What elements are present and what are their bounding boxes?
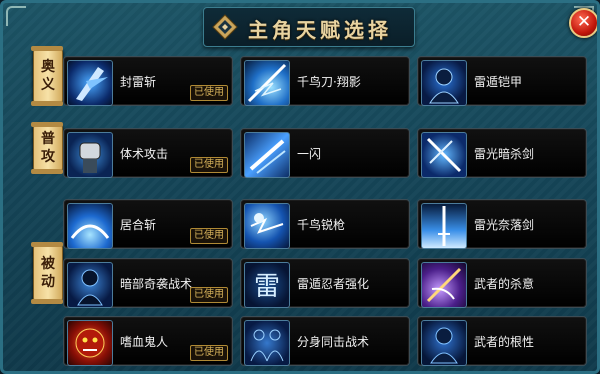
anbu-silhouette-icon [67,262,113,308]
category-normal-attack-char-1: 普 [41,131,55,147]
category-ougi: 奥 义 [31,46,63,106]
fist-icon [67,132,113,178]
lightning-blade-icon [67,60,113,106]
category-passive-char-2: 动 [41,274,55,290]
used-badge: 已使用 [190,85,228,101]
skill-name: 雷遁铠甲 [474,75,523,89]
twin-clones-icon [244,320,290,366]
used-badge: 已使用 [190,157,228,173]
lightning-armor-icon [421,60,467,106]
iai-slash-icon [67,203,113,249]
purple-blade-icon [421,262,467,308]
frame-corner-left [6,6,26,26]
category-passive-char-1: 被 [41,256,55,272]
skill-name: 千鸟刀·翔影 [297,75,361,89]
flash-slash-icon [244,132,290,178]
skill-name: 封雷斩 [120,75,157,89]
skill-slot-7[interactable]: 居合斩 已使用 [63,199,233,249]
category-normal-attack: 普 攻 [31,122,63,174]
category-ougi-char-1: 奥 [41,59,55,75]
diamond-emblem-icon [212,14,238,40]
skill-slot-15[interactable]: 武者的根性 [417,316,587,366]
skill-slot-10[interactable]: 暗部奇袭战术 已使用 [63,258,233,308]
chidori-spear-icon [244,203,290,249]
skill-name: 分身同击战术 [297,335,370,349]
lightning-abyss-sword-icon [421,203,467,249]
used-badge: 已使用 [190,287,228,303]
skill-slot-4[interactable]: 体术攻击 已使用 [63,128,233,178]
skill-name: 武者的杀意 [474,277,535,291]
title-banner: 主角天赋选择 [203,7,415,47]
skill-slot-6[interactable]: 雷光暗杀剑 [417,128,587,178]
skill-name: 武者的根性 [474,335,535,349]
window-title: 主角天赋选择 [248,18,392,42]
skill-slot-3[interactable]: 雷遁铠甲 [417,56,587,106]
skill-slot-11[interactable]: 雷 雷遁忍者强化 [240,258,410,308]
skill-slot-5[interactable]: 一闪 [240,128,410,178]
category-normal-attack-char-2: 攻 [41,149,55,165]
skill-slot-2[interactable]: 千鸟刀·翔影 [240,56,410,106]
skill-name: 雷光暗杀剑 [474,147,535,161]
skill-slot-13[interactable]: 嗜血鬼人 已使用 [63,316,233,366]
skill-slot-14[interactable]: 分身同击战术 [240,316,410,366]
skill-name: 体术攻击 [120,147,169,161]
skill-slot-9[interactable]: 雷光奈落剑 [417,199,587,249]
skill-name: 嗜血鬼人 [120,335,169,349]
thunder-glyph-icon: 雷 [244,262,290,308]
skill-name: 雷遁忍者强化 [297,277,370,291]
svg-text:雷: 雷 [254,272,280,302]
skill-name: 雷光奈落剑 [474,218,535,232]
used-badge: 已使用 [190,228,228,244]
skill-slot-1[interactable]: 封雷斩 已使用 [63,56,233,106]
close-icon: ✕ [576,12,592,32]
category-passive: 被 动 [31,242,63,304]
category-ougi-char-2: 义 [41,77,55,93]
lightning-sword-icon [421,132,467,178]
close-button[interactable]: ✕ [569,8,597,38]
chidori-slash-icon [244,60,290,106]
skill-slot-12[interactable]: 武者的杀意 [417,258,587,308]
warrior-silhouette-icon [421,320,467,366]
demon-face-icon [67,320,113,366]
used-badge: 已使用 [190,345,228,361]
talent-select-panel: 主角天赋选择 ✕ 奥 义 普 攻 被 动 封雷斩 已使用 千鸟刀·翔影 雷遁铠甲… [0,0,600,374]
skill-name: 暗部奇袭战术 [120,277,193,291]
skill-name: 居合斩 [120,218,157,232]
skill-slot-8[interactable]: 千鸟锐枪 [240,199,410,249]
skill-name: 千鸟锐枪 [297,218,346,232]
skill-name: 一闪 [297,147,322,161]
